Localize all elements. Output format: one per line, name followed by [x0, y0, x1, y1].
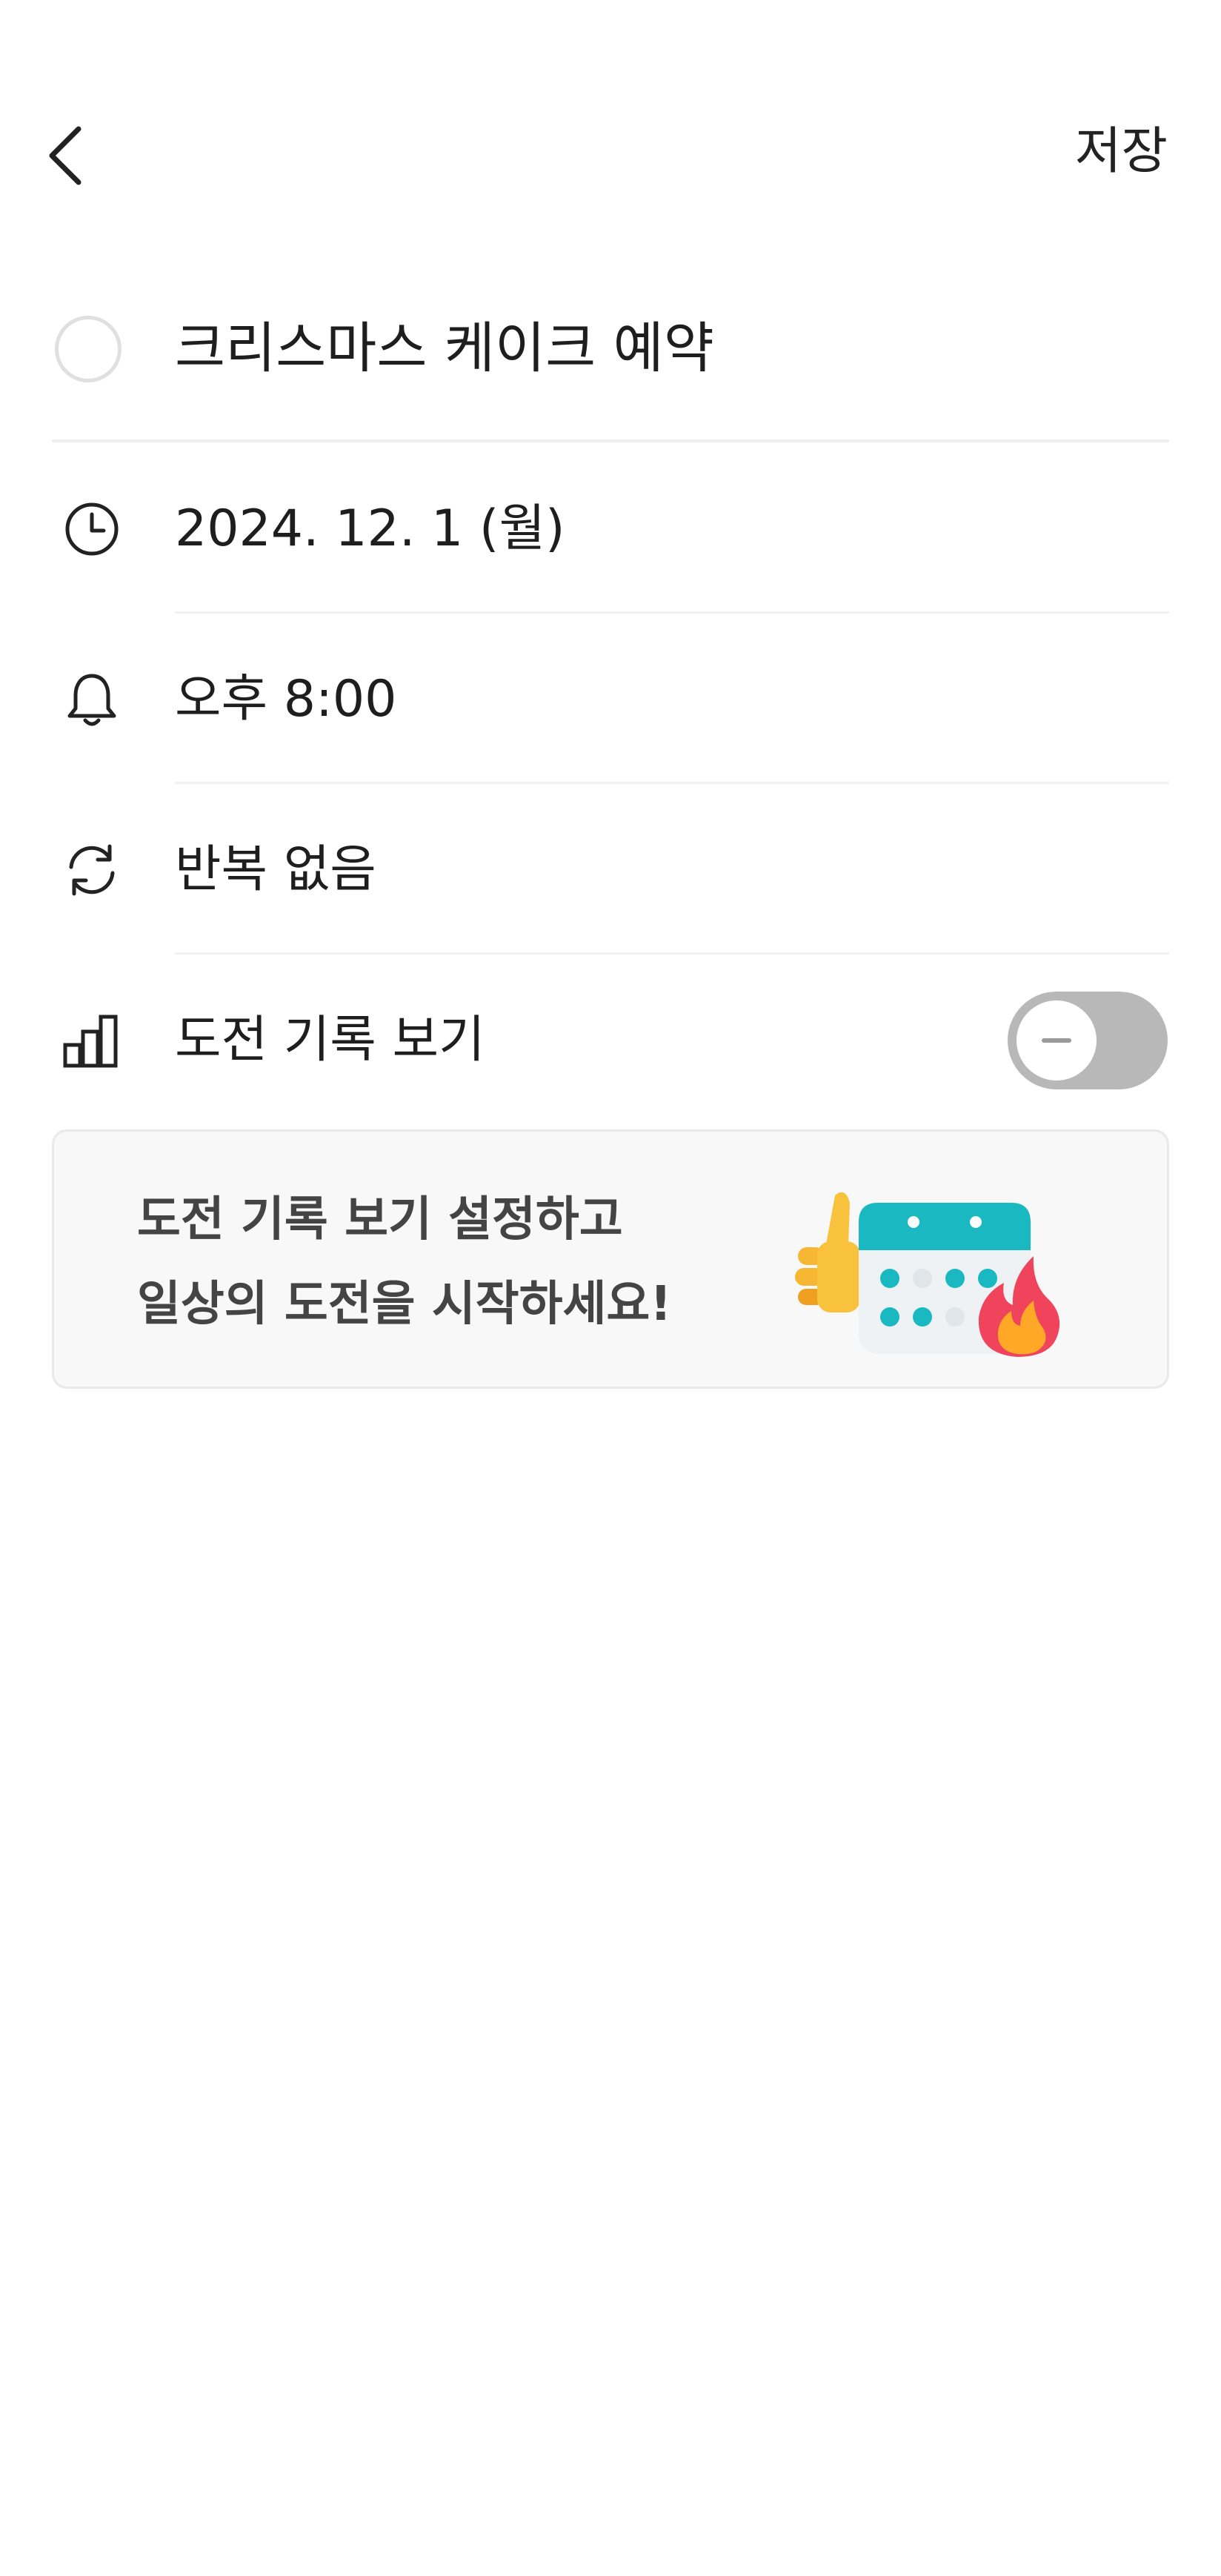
chevron-left-icon: [49, 126, 81, 185]
challenge-record-toggle[interactable]: [1008, 992, 1168, 1089]
banner-line-1: 도전 기록 보기 설정하고: [137, 1192, 623, 1247]
row-divider: [175, 782, 1169, 784]
minus-icon: [1042, 1038, 1071, 1043]
task-title[interactable]: 크리스마스 케이크 예약: [175, 311, 714, 385]
row-divider: [175, 611, 1169, 614]
clock-icon: [56, 494, 127, 565]
banner-line-2: 일상의 도전을 시작하세요!: [137, 1277, 672, 1332]
date-row[interactable]: 2024. 12. 1 (월): [0, 445, 1221, 614]
challenge-record-label: 도전 기록 보기: [175, 1011, 485, 1069]
challenge-record-row: 도전 기록 보기: [0, 956, 1221, 1125]
task-title-row: 크리스마스 케이크 예약: [0, 296, 1221, 437]
bar-chart-icon: [56, 1005, 127, 1076]
repeat-icon: [56, 834, 127, 906]
banner-message: 도전 기록 보기 설정하고 일상의 도전을 시작하세요!: [137, 1178, 671, 1347]
toggle-knob: [1017, 1000, 1097, 1080]
top-bar: 저장: [0, 0, 1221, 222]
complete-checkbox[interactable]: [55, 316, 122, 382]
alarm-row[interactable]: 오후 8:00: [0, 615, 1221, 784]
challenge-promo-banner[interactable]: 도전 기록 보기 설정하고 일상의 도전을 시작하세요!: [52, 1129, 1169, 1389]
repeat-label: 반복 없음: [175, 840, 376, 899]
row-divider: [175, 952, 1169, 955]
back-button[interactable]: [43, 111, 124, 200]
alarm-label: 오후 8:00: [175, 670, 397, 728]
divider: [52, 439, 1169, 442]
bell-icon: [56, 664, 127, 735]
thumbs-up-calendar-fire-illustration: [782, 1173, 1078, 1358]
thumbs-up-icon: [795, 1192, 860, 1312]
save-button[interactable]: 저장: [1075, 119, 1168, 185]
repeat-row[interactable]: 반복 없음: [0, 786, 1221, 955]
date-label: 2024. 12. 1 (월): [175, 499, 565, 558]
